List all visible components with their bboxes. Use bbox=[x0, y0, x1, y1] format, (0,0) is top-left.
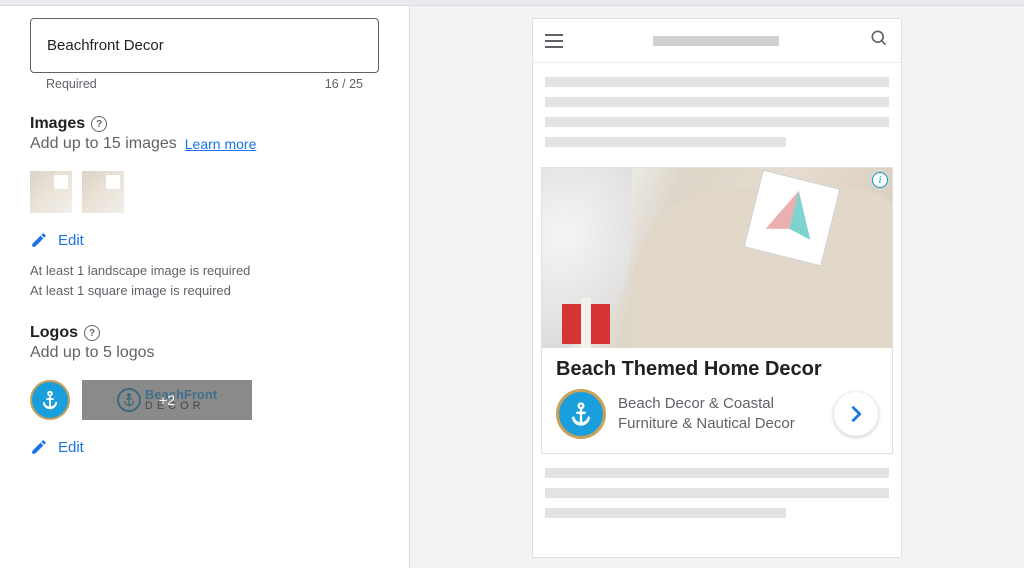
hamburger-icon[interactable] bbox=[545, 34, 563, 48]
skeleton-line bbox=[545, 488, 889, 498]
logo-thumbnail-round[interactable] bbox=[30, 380, 70, 420]
anchor-icon bbox=[567, 400, 595, 428]
image-thumbnail[interactable] bbox=[30, 171, 72, 213]
logos-subtitle: Add up to 5 logos bbox=[30, 344, 155, 362]
logo-thumbnails: BeachFront DECOR +2 bbox=[30, 380, 379, 420]
preview-header bbox=[533, 19, 901, 63]
preview-panel: i Beach Themed Home Decor Beach Decor & … bbox=[410, 6, 1024, 568]
edit-images-label: Edit bbox=[58, 232, 84, 249]
char-count: 16 / 25 bbox=[325, 77, 363, 91]
logo-more-overlay[interactable]: +2 bbox=[82, 380, 252, 420]
skeleton-line bbox=[545, 468, 889, 478]
header-placeholder-bar bbox=[653, 36, 779, 46]
edit-logos-button[interactable]: Edit bbox=[30, 438, 379, 456]
helper-line-2: At least 1 square image is required bbox=[30, 281, 379, 301]
help-icon[interactable]: ? bbox=[91, 116, 107, 132]
ad-info-icon[interactable]: i bbox=[872, 172, 888, 188]
required-label: Required bbox=[46, 77, 97, 91]
pencil-icon bbox=[30, 438, 48, 456]
pillow-pattern bbox=[763, 185, 821, 250]
skeleton-line bbox=[545, 117, 889, 127]
skeleton-line bbox=[545, 97, 889, 107]
logos-subtitle-row: Add up to 5 logos bbox=[30, 344, 379, 362]
preview-card: i Beach Themed Home Decor Beach Decor & … bbox=[532, 18, 902, 558]
images-title-row: Images ? bbox=[30, 115, 379, 133]
ad-line-1: Beach Decor & Coastal bbox=[618, 394, 816, 414]
images-title: Images bbox=[30, 115, 85, 133]
decorative-gift bbox=[562, 304, 610, 344]
ad-row: Beach Decor & Coastal Furniture & Nautic… bbox=[556, 389, 878, 439]
image-thumbnail[interactable] bbox=[82, 171, 124, 213]
logos-title-row: Logos ? bbox=[30, 324, 379, 342]
ad-image: i bbox=[542, 168, 892, 348]
business-name-input[interactable]: Beachfront Decor bbox=[30, 18, 379, 73]
images-helper: At least 1 landscape image is required A… bbox=[30, 261, 379, 300]
logos-title: Logos bbox=[30, 324, 78, 342]
logo-more-count: +2 bbox=[159, 392, 175, 408]
images-subtitle-row: Add up to 15 images Learn more bbox=[30, 135, 379, 153]
ad-arrow-button[interactable] bbox=[834, 392, 878, 436]
skeleton-line bbox=[545, 137, 786, 147]
skeleton-bottom bbox=[533, 454, 901, 542]
business-name-value: Beachfront Decor bbox=[47, 37, 164, 54]
ad-title: Beach Themed Home Decor bbox=[556, 358, 878, 381]
learn-more-link[interactable]: Learn more bbox=[185, 136, 257, 152]
ad-preview: i Beach Themed Home Decor Beach Decor & … bbox=[541, 167, 893, 454]
input-meta: Required 16 / 25 bbox=[30, 73, 379, 91]
form-panel: Beachfront Decor Required 16 / 25 Images… bbox=[0, 6, 410, 568]
skeleton-line bbox=[545, 77, 889, 87]
edit-logos-label: Edit bbox=[58, 439, 84, 456]
help-icon[interactable]: ? bbox=[84, 325, 100, 341]
skeleton-line bbox=[545, 508, 786, 518]
ad-line-2: Furniture & Nautical Decor bbox=[618, 414, 816, 434]
ad-logo bbox=[556, 389, 606, 439]
edit-images-button[interactable]: Edit bbox=[30, 231, 379, 249]
search-icon[interactable] bbox=[869, 28, 889, 53]
helper-line-1: At least 1 landscape image is required bbox=[30, 261, 379, 281]
ad-body: Beach Themed Home Decor Beach Decor & Co… bbox=[542, 348, 892, 453]
logo-thumbnail-wide[interactable]: BeachFront DECOR +2 bbox=[82, 380, 252, 420]
image-thumbnails bbox=[30, 171, 379, 213]
pencil-icon bbox=[30, 231, 48, 249]
anchor-icon bbox=[39, 389, 61, 411]
ad-description: Beach Decor & Coastal Furniture & Nautic… bbox=[618, 394, 822, 435]
skeleton-top bbox=[533, 63, 901, 165]
main-container: Beachfront Decor Required 16 / 25 Images… bbox=[0, 6, 1024, 568]
images-subtitle: Add up to 15 images bbox=[30, 135, 177, 153]
chevron-right-icon bbox=[845, 403, 867, 425]
